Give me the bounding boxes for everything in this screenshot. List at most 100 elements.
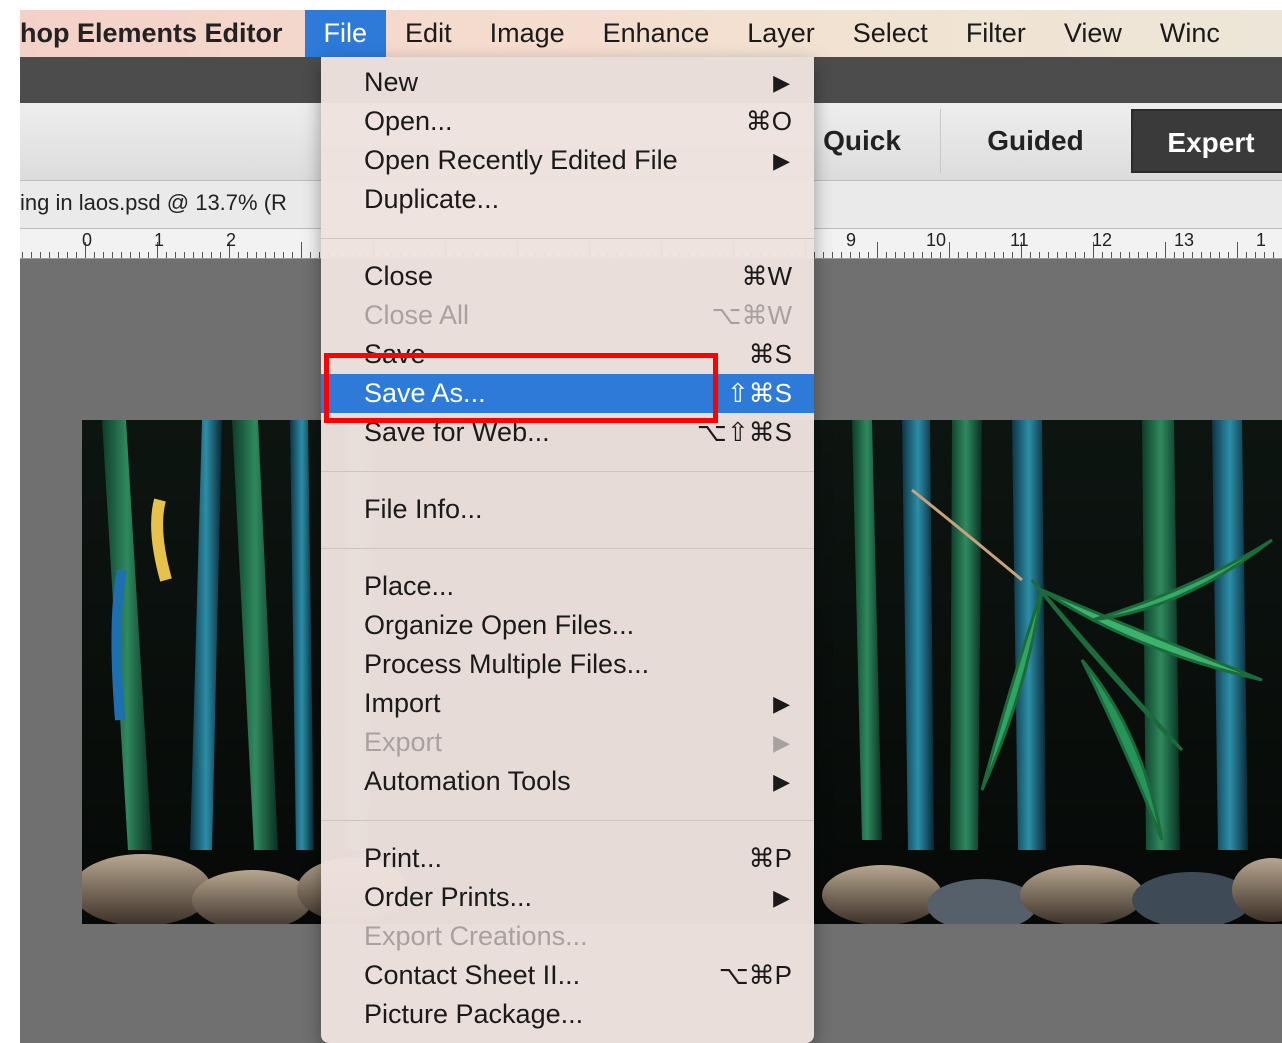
menu-item-print[interactable]: Print... ⌘P <box>321 839 814 878</box>
menu-item-close[interactable]: Close ⌘W <box>321 257 814 296</box>
submenu-arrow-icon: ▶ <box>773 148 790 173</box>
shortcut-label: ⌥⌘W <box>711 300 792 330</box>
ruler-tick <box>166 252 167 258</box>
ruler-tick <box>112 252 113 258</box>
ruler-tick <box>274 252 275 258</box>
menu-item-duplicate[interactable]: Duplicate... <box>321 180 814 219</box>
ruler-tick <box>265 252 266 258</box>
menu-item-label: Close All <box>364 300 470 330</box>
menu-item-save[interactable]: Save ⌘S <box>321 335 814 374</box>
menu-item-export-creations: Export Creations... <box>321 917 814 956</box>
ruler-label: 0 <box>82 230 93 250</box>
menu-item-open[interactable]: Open... ⌘O <box>321 102 814 141</box>
menu-item-label: Print... <box>364 843 443 873</box>
mode-guided-button[interactable]: Guided <box>940 109 1130 173</box>
shortcut-label: ⌥⌘P <box>718 960 792 990</box>
menu-separator <box>321 548 814 549</box>
ruler-tick <box>184 252 185 258</box>
ruler-tick <box>1012 252 1013 258</box>
ruler-tick <box>1246 252 1247 258</box>
shortcut-label: ⌘P <box>748 843 792 873</box>
ruler-tick <box>850 252 851 258</box>
menu-item-process-multiple-files[interactable]: Process Multiple Files... <box>321 645 814 684</box>
ruler-tick <box>121 252 122 258</box>
ruler-tick <box>1075 252 1076 258</box>
ruler-tick <box>1138 252 1139 258</box>
ruler-tick <box>1066 252 1067 258</box>
ruler-tick <box>247 252 248 258</box>
ruler-tick <box>1183 252 1184 258</box>
menu-item-label: Export Creations... <box>364 921 588 951</box>
menu-item-label: Export <box>364 727 443 757</box>
ruler-tick <box>913 252 914 258</box>
menu-file[interactable]: File <box>304 10 387 57</box>
menu-item-import[interactable]: Import ▶ <box>321 684 814 723</box>
menu-select[interactable]: Select <box>834 10 947 57</box>
menu-bar: hop Elements Editor File Edit Image Enha… <box>20 10 1282 57</box>
ruler-tick <box>1219 252 1220 258</box>
menu-item-new[interactable]: New ▶ <box>321 63 814 102</box>
ruler-tick <box>931 252 932 258</box>
menu-item-save-for-web[interactable]: Save for Web... ⌥⇧⌘S <box>321 413 814 452</box>
menu-item-contact-sheet[interactable]: Contact Sheet II... ⌥⌘P <box>321 956 814 995</box>
ruler-tick <box>139 252 140 258</box>
ruler-tick <box>1120 252 1121 258</box>
ruler-tick <box>238 252 239 258</box>
menu-item-label: Picture Package... <box>364 999 584 1029</box>
ruler-tick <box>1264 252 1265 258</box>
menu-item-label: Process Multiple Files... <box>364 649 650 679</box>
menu-item-automation-tools[interactable]: Automation Tools ▶ <box>321 762 814 801</box>
ruler-tick <box>1228 252 1229 258</box>
menu-item-label: Save As... <box>364 378 486 408</box>
ruler-label: 1 <box>154 230 165 250</box>
menu-separator <box>321 238 814 239</box>
menu-item-picture-package[interactable]: Picture Package... <box>321 995 814 1034</box>
mode-quick-button[interactable]: Quick <box>802 109 922 173</box>
ruler-tick <box>130 252 131 258</box>
ruler-tick <box>1201 252 1202 258</box>
ruler-tick <box>823 252 824 258</box>
ruler-tick <box>967 252 968 258</box>
ruler-tick <box>949 242 950 258</box>
ruler-tick <box>1057 252 1058 258</box>
menu-filter[interactable]: Filter <box>947 10 1045 57</box>
menu-item-file-info[interactable]: File Info... <box>321 490 814 529</box>
menu-item-save-as[interactable]: Save As... ⇧⌘S <box>321 374 814 413</box>
menu-item-open-recent[interactable]: Open Recently Edited File ▶ <box>321 141 814 180</box>
ruler-tick <box>868 252 869 258</box>
ruler-tick <box>841 252 842 258</box>
ruler-tick <box>211 252 212 258</box>
ruler-tick <box>220 252 221 258</box>
menu-item-label: Automation Tools <box>364 766 571 796</box>
menu-image[interactable]: Image <box>471 10 584 57</box>
menu-view[interactable]: View <box>1045 10 1141 57</box>
ruler-tick <box>940 252 941 258</box>
menu-item-place[interactable]: Place... <box>321 567 814 606</box>
shortcut-label: ⌘O <box>745 106 792 136</box>
shortcut-label: ⌥⇧⌘S <box>696 417 792 447</box>
ruler-tick <box>202 252 203 258</box>
ruler-tick <box>886 252 887 258</box>
ruler-tick <box>76 252 77 258</box>
ruler-tick <box>22 252 23 258</box>
document-title: ing in laos.psd @ 13.7% (R <box>20 190 287 215</box>
mode-expert-button[interactable]: Expert <box>1131 109 1282 173</box>
menu-item-order-prints[interactable]: Order Prints... ▶ <box>321 878 814 917</box>
ruler-tick <box>1039 252 1040 258</box>
shortcut-label: ⌘S <box>748 339 792 369</box>
menu-window[interactable]: Winc <box>1141 10 1239 57</box>
app-menu[interactable]: hop Elements Editor <box>20 18 283 49</box>
menu-item-organize-open-files[interactable]: Organize Open Files... <box>321 606 814 645</box>
ruler-tick <box>904 252 905 258</box>
shortcut-label: ⌘W <box>741 261 792 291</box>
ruler-tick <box>301 242 302 258</box>
menu-layer[interactable]: Layer <box>728 10 834 57</box>
ruler-tick <box>292 252 293 258</box>
menu-edit[interactable]: Edit <box>386 10 471 57</box>
ruler-tick <box>1273 252 1274 258</box>
ruler-tick <box>1003 252 1004 258</box>
ruler-tick <box>985 252 986 258</box>
menu-enhance[interactable]: Enhance <box>584 10 729 57</box>
submenu-arrow-icon: ▶ <box>773 70 790 95</box>
ruler-tick <box>832 252 833 258</box>
